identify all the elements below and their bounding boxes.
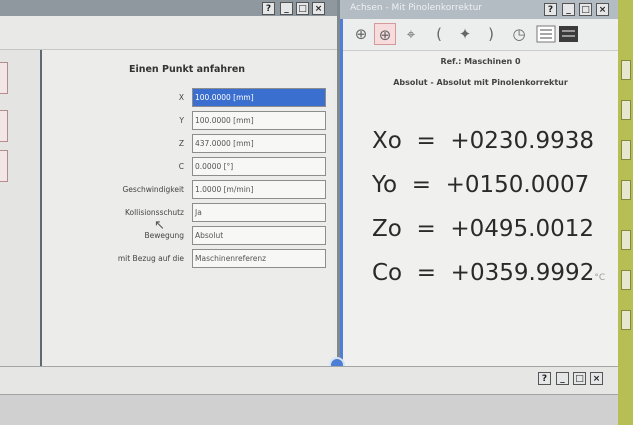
- help-button[interactable]: ?: [262, 2, 275, 15]
- bottom-close-button[interactable]: ×: [590, 372, 603, 385]
- collision-protection-field[interactable]: Ja: [192, 203, 326, 222]
- bottom-window: [0, 366, 618, 394]
- left-paren-icon[interactable]: (: [428, 23, 450, 45]
- bottom-help-button[interactable]: ?: [538, 372, 551, 385]
- axes-minimize-button[interactable]: _: [562, 3, 575, 16]
- edge-button-6[interactable]: [621, 270, 631, 290]
- axes-close-button[interactable]: ×: [596, 3, 609, 16]
- y-label: Y: [179, 116, 184, 125]
- taskbar: [0, 394, 633, 425]
- left-window-toolbar: [0, 16, 337, 50]
- edge-button-5[interactable]: [621, 230, 631, 250]
- axes-window-title-bar[interactable]: Achsen - Mit Pinolenkorrektur: [340, 0, 618, 19]
- edge-button-4[interactable]: [621, 180, 631, 200]
- crosshair-icon[interactable]: ⊕: [350, 23, 372, 45]
- collision-protection-label: Kollisionsschutz: [124, 208, 184, 217]
- edge-button-3[interactable]: [621, 140, 631, 160]
- axes-maximize-button[interactable]: □: [579, 3, 592, 16]
- c-field[interactable]: 0.0000 [°]: [192, 157, 326, 176]
- c-unit: °C: [594, 273, 606, 283]
- y-readout: Yo = +0150.0007: [372, 172, 590, 198]
- reference-info: Ref.: Maschinen 0: [440, 57, 521, 66]
- z-label: Z: [178, 139, 184, 148]
- y-field[interactable]: 100.0000 [mm]: [192, 111, 326, 130]
- reference-label: mit Bezug auf die: [117, 254, 184, 263]
- side-tab-3[interactable]: [0, 150, 8, 182]
- sparkle-icon[interactable]: ✦: [454, 23, 476, 45]
- c-readout: Co = +0359.9992°C: [372, 260, 606, 286]
- x-readout: Xo = +0230.9938: [372, 128, 595, 154]
- bottom-minimize-button[interactable]: _: [556, 372, 569, 385]
- z-readout: Zo = +0495.0012: [372, 216, 595, 242]
- maximize-button[interactable]: □: [296, 2, 309, 15]
- reference-field[interactable]: Maschinenreferenz: [192, 249, 326, 268]
- side-tab-1[interactable]: [0, 62, 8, 94]
- x-field[interactable]: 100.0000 [mm]: [192, 88, 326, 107]
- target-icon[interactable]: ⌖: [400, 23, 422, 45]
- side-tab-2[interactable]: [0, 110, 8, 142]
- axes-help-button[interactable]: ?: [544, 3, 557, 16]
- edge-button-1[interactable]: [621, 60, 631, 80]
- panel-heading: Einen Punkt anfahren: [128, 64, 246, 75]
- edge-button-2[interactable]: [621, 100, 631, 120]
- mouse-cursor-icon: ↖: [154, 218, 165, 233]
- z-field[interactable]: 437.0000 [mm]: [192, 134, 326, 153]
- bottom-maximize-button[interactable]: □: [573, 372, 586, 385]
- movement-field[interactable]: Absolut: [192, 226, 326, 245]
- edge-button-7[interactable]: [621, 310, 631, 330]
- speed-label: Geschwindigkeit: [122, 185, 184, 194]
- c-label: C: [178, 162, 184, 171]
- minimize-button[interactable]: _: [280, 2, 293, 15]
- mode-grid-icon[interactable]: [536, 24, 580, 44]
- right-paren-icon[interactable]: ): [480, 23, 502, 45]
- axes-window-title: Achsen - Mit Pinolenkorrektur: [350, 3, 483, 13]
- close-button[interactable]: ×: [312, 2, 325, 15]
- mode-info: Absolut - Absolut mit Pinolenkorrektur: [393, 78, 568, 87]
- speed-field[interactable]: 1.0000 [m/min]: [192, 180, 326, 199]
- crosshair-active-icon[interactable]: ⊕: [374, 23, 396, 45]
- x-label: X: [178, 93, 184, 102]
- left-side-strip: [0, 50, 42, 366]
- clock-icon[interactable]: ◷: [508, 23, 530, 45]
